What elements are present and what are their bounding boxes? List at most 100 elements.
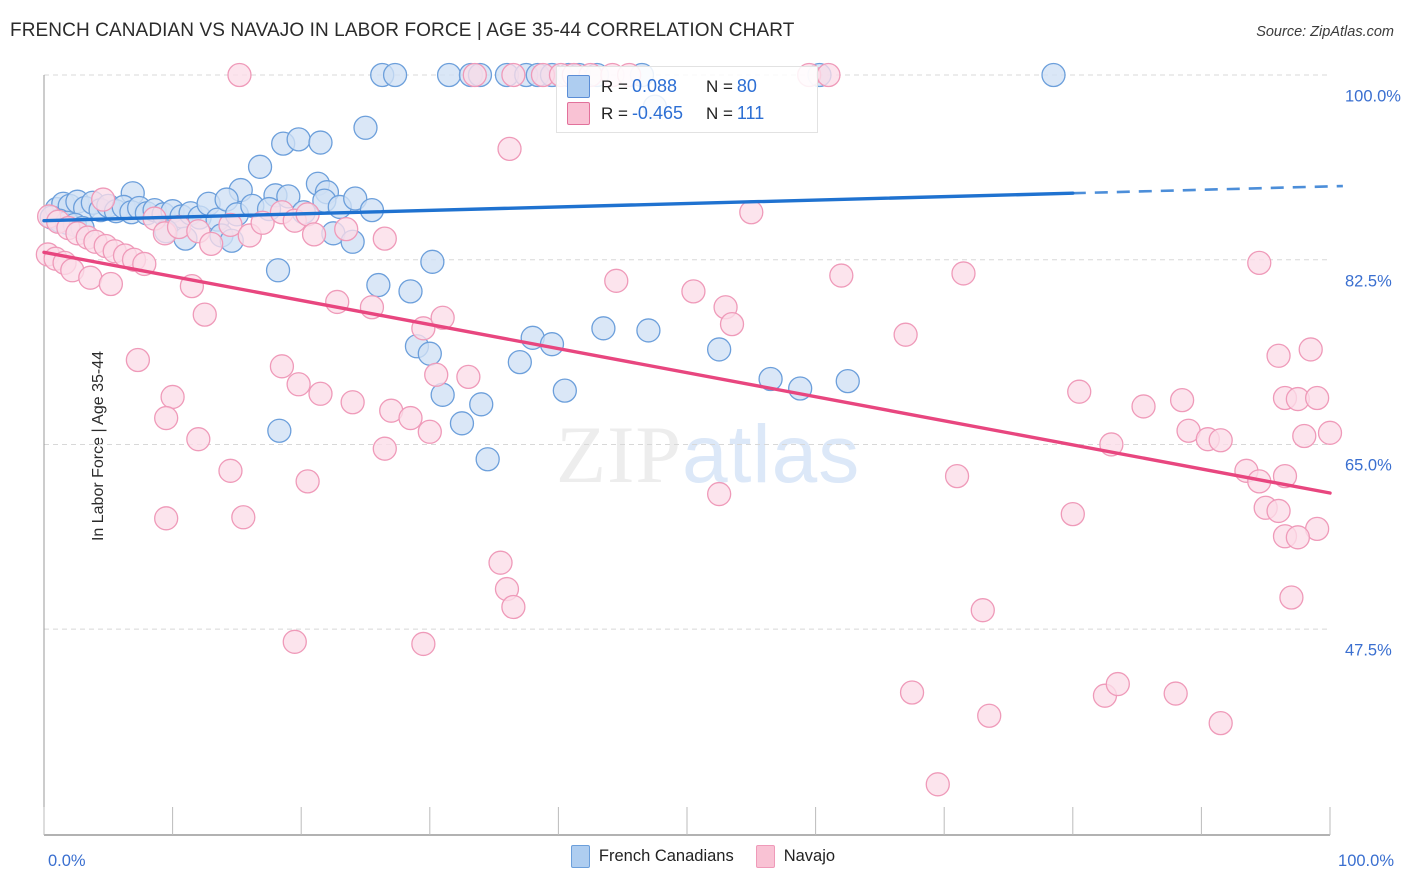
y-axis-label-2: 65.0% bbox=[1345, 456, 1392, 475]
data-point bbox=[295, 469, 320, 494]
data-point bbox=[1266, 498, 1291, 524]
data-point bbox=[372, 226, 397, 251]
data-point bbox=[1247, 250, 1272, 276]
data-point bbox=[282, 629, 307, 654]
data-point bbox=[247, 154, 273, 179]
data-point bbox=[417, 341, 442, 366]
navajo-swatch-icon bbox=[755, 845, 775, 868]
stats-legend: R = 0.088 N = 80 R = -0.465 N = 111 bbox=[556, 66, 818, 133]
data-point bbox=[1041, 62, 1066, 88]
data-point bbox=[951, 261, 976, 286]
legend-item-french-canadians[interactable]: French Canadians bbox=[570, 845, 734, 868]
trendline-french-canadians-projected bbox=[1072, 184, 1343, 195]
data-point bbox=[125, 347, 151, 373]
data-point bbox=[893, 322, 918, 347]
pink-swatch-icon bbox=[567, 102, 590, 125]
data-point bbox=[501, 594, 526, 620]
source-attribution: Source: ZipAtlas.com bbox=[1256, 24, 1394, 40]
data-point bbox=[398, 405, 423, 431]
data-point bbox=[265, 258, 291, 283]
data-point bbox=[1208, 710, 1233, 736]
data-point bbox=[501, 62, 526, 88]
data-point bbox=[411, 631, 436, 657]
data-point bbox=[707, 337, 732, 362]
data-point bbox=[1279, 585, 1304, 610]
data-point bbox=[231, 505, 256, 530]
french-canadians-swatch-icon bbox=[570, 845, 590, 868]
data-point bbox=[469, 392, 494, 417]
data-point bbox=[353, 115, 378, 140]
scatter-plot-svg bbox=[35, 62, 1343, 836]
data-point bbox=[925, 772, 950, 797]
data-point bbox=[424, 362, 449, 387]
data-point bbox=[267, 418, 292, 443]
data-point bbox=[98, 271, 124, 297]
data-point bbox=[186, 427, 211, 452]
n-value-pink: 111 bbox=[736, 103, 765, 123]
data-point bbox=[436, 62, 462, 88]
data-point bbox=[829, 263, 854, 288]
r-label-pink: R = bbox=[601, 103, 628, 123]
page-title: FRENCH CANADIAN VS NAVAJO IN LABOR FORCE… bbox=[10, 20, 795, 41]
stats-legend-row-french-canadians: R = 0.088 N = 80 bbox=[567, 73, 807, 100]
y-axis-label-1: 82.5% bbox=[1345, 272, 1392, 291]
y-axis-label-0: 100.0% bbox=[1345, 87, 1401, 106]
data-point bbox=[456, 364, 481, 390]
data-point bbox=[398, 279, 423, 304]
series-legend: French Canadians Navajo bbox=[0, 845, 1406, 868]
data-point bbox=[269, 354, 295, 379]
data-point bbox=[591, 316, 616, 341]
r-value-blue: 0.088 bbox=[631, 76, 677, 96]
stats-legend-row-navajo: R = -0.465 N = 111 bbox=[567, 100, 807, 127]
data-point bbox=[507, 349, 532, 375]
data-point bbox=[707, 481, 732, 507]
data-point bbox=[488, 550, 513, 575]
data-point bbox=[1067, 379, 1092, 404]
data-point bbox=[218, 458, 243, 483]
data-point bbox=[497, 136, 522, 162]
data-point bbox=[1317, 420, 1343, 445]
data-point bbox=[301, 222, 327, 247]
n-value-blue: 80 bbox=[736, 76, 757, 96]
data-point bbox=[308, 130, 333, 155]
data-point bbox=[1060, 501, 1085, 527]
data-point bbox=[382, 62, 408, 88]
legend-label-french-canadians: French Canadians bbox=[598, 847, 734, 865]
data-point bbox=[286, 127, 311, 152]
data-point bbox=[449, 411, 475, 436]
data-point bbox=[199, 231, 224, 257]
data-point bbox=[417, 419, 442, 444]
data-point bbox=[636, 318, 661, 343]
data-point bbox=[420, 249, 445, 274]
data-point bbox=[286, 372, 311, 397]
data-point bbox=[154, 506, 179, 531]
data-point bbox=[1266, 343, 1291, 368]
n-label-pink: N = bbox=[705, 103, 733, 123]
data-point bbox=[719, 311, 745, 337]
data-point bbox=[1292, 423, 1317, 449]
data-point bbox=[552, 378, 577, 403]
n-label-blue: N = bbox=[705, 76, 733, 96]
data-point bbox=[835, 368, 860, 394]
blue-swatch-icon bbox=[567, 75, 590, 98]
data-point bbox=[366, 272, 391, 298]
data-point bbox=[78, 265, 103, 290]
series-points-navajo bbox=[35, 62, 1343, 797]
data-point bbox=[1105, 671, 1130, 697]
data-point bbox=[372, 436, 397, 461]
data-point bbox=[334, 216, 359, 242]
legend-item-navajo[interactable]: Navajo bbox=[755, 845, 836, 868]
data-point bbox=[91, 187, 116, 212]
data-point bbox=[1169, 387, 1195, 413]
data-point bbox=[944, 463, 970, 489]
data-point bbox=[1163, 681, 1188, 706]
legend-label-navajo: Navajo bbox=[783, 847, 836, 865]
data-point bbox=[1131, 394, 1156, 419]
data-point bbox=[227, 62, 252, 88]
data-point bbox=[816, 62, 841, 88]
data-point bbox=[308, 381, 333, 406]
data-point bbox=[192, 302, 217, 327]
data-point bbox=[970, 598, 995, 623]
r-value-pink: -0.465 bbox=[631, 103, 683, 123]
data-point bbox=[681, 279, 706, 304]
